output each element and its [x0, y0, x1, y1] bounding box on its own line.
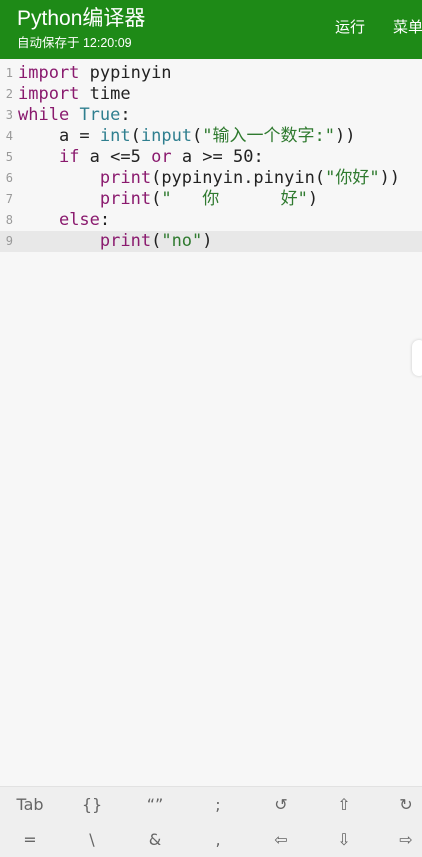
- code-text[interactable]: print(" 你 好"): [18, 189, 318, 210]
- key-ampersand[interactable]: &: [125, 824, 185, 856]
- code-line[interactable]: 9 print("no"): [0, 231, 422, 252]
- code-token: a <=5: [79, 147, 152, 167]
- cursor-right-icon[interactable]: ⇨: [376, 824, 422, 856]
- line-number: 9: [5, 234, 13, 248]
- code-token: print: [99, 189, 152, 209]
- code-token: pypinyin: [79, 63, 172, 83]
- code-token: (: [192, 126, 203, 146]
- cursor-up-icon[interactable]: ⇧: [314, 789, 374, 821]
- code-token: "no": [161, 231, 203, 251]
- autosave-status: 自动保存于 12:20:09: [17, 36, 132, 50]
- code-line[interactable]: 1 import pypinyin: [0, 63, 422, 84]
- code-lines[interactable]: 1 import pypinyin 2 import time 3 while True:…: [0, 63, 422, 252]
- code-token: print: [99, 168, 152, 188]
- code-token: )): [335, 126, 356, 146]
- code-line[interactable]: 5 if a <=5 or a >= 50:: [0, 147, 422, 168]
- line-number: 7: [5, 192, 13, 206]
- code-text[interactable]: print("no"): [18, 231, 213, 252]
- run-button[interactable]: 运行: [335, 18, 365, 38]
- code-token: or: [151, 147, 172, 167]
- code-line[interactable]: 8 else:: [0, 210, 422, 231]
- code-text[interactable]: print(pypinyin.pinyin("你好")): [18, 168, 400, 189]
- line-number: 2: [5, 87, 13, 101]
- key-quotes[interactable]: “”: [125, 789, 185, 821]
- app-bar: Python编译器 自动保存于 12:20:09 运行 菜单: [0, 0, 422, 59]
- line-number: 5: [5, 150, 13, 164]
- code-token: " 你 好": [161, 189, 308, 209]
- code-token: )): [379, 168, 401, 188]
- code-line[interactable]: 4 a = int(input("输入一个数字:")): [0, 126, 422, 147]
- code-token: else: [58, 210, 100, 230]
- code-editor[interactable]: 1 import pypinyin 2 import time 3 while True:…: [0, 60, 422, 786]
- cursor-left-icon[interactable]: ⇦: [251, 824, 311, 856]
- line-number: 1: [5, 66, 13, 80]
- code-token: time: [79, 84, 131, 104]
- code-text[interactable]: else:: [18, 210, 110, 231]
- key-backslash[interactable]: \: [62, 824, 122, 856]
- undo-icon[interactable]: ↺: [251, 789, 311, 821]
- code-token: :: [120, 105, 131, 125]
- line-number: 6: [5, 171, 13, 185]
- app-title: Python编译器: [17, 7, 146, 30]
- key-semicolon[interactable]: ;: [188, 789, 248, 821]
- scroll-handle[interactable]: [412, 340, 422, 376]
- code-token: while: [18, 105, 70, 125]
- code-text[interactable]: import pypinyin: [18, 63, 172, 84]
- code-token: (: [151, 231, 162, 251]
- code-text[interactable]: while True:: [18, 105, 131, 126]
- code-token: :: [99, 210, 111, 230]
- code-token: import: [18, 63, 80, 83]
- code-token: "输入一个数字:": [202, 126, 336, 146]
- code-line[interactable]: 2 import time: [0, 84, 422, 105]
- key-comma[interactable]: ,: [188, 824, 248, 856]
- code-token: a >= 50:: [171, 147, 264, 167]
- code-text[interactable]: a = int(input("输入一个数字:")): [18, 126, 356, 147]
- line-number: 4: [5, 129, 13, 143]
- code-token: (: [130, 126, 141, 146]
- code-token: True: [79, 105, 121, 125]
- redo-icon[interactable]: ↻: [376, 789, 422, 821]
- menu-button[interactable]: 菜单: [393, 18, 422, 38]
- key-tab[interactable]: Tab: [0, 789, 60, 821]
- code-token: import: [18, 84, 80, 104]
- code-token: a =: [18, 126, 100, 146]
- line-number: 3: [5, 108, 13, 122]
- code-text[interactable]: import time: [18, 84, 131, 105]
- code-token: (pypinyin.pinyin(: [151, 168, 326, 188]
- code-token: ): [307, 189, 319, 209]
- code-line[interactable]: 7 print(" 你 好"): [0, 189, 422, 210]
- cursor-down-icon[interactable]: ⇩: [314, 824, 374, 856]
- code-token: input: [140, 126, 193, 146]
- code-token: (: [151, 189, 162, 209]
- symbol-keybar: Tab{} “”; ↺ ⇧ ↻ = \ &, ⇦ ⇩ ⇨: [0, 786, 422, 857]
- code-text[interactable]: if a <=5 or a >= 50:: [18, 147, 264, 168]
- code-token: int: [99, 126, 131, 146]
- code-line[interactable]: 6 print(pypinyin.pinyin("你好")): [0, 168, 422, 189]
- key-braces[interactable]: {}: [62, 789, 122, 821]
- code-line[interactable]: 3 while True:: [0, 105, 422, 126]
- code-token: if: [58, 147, 80, 167]
- line-number: 8: [5, 213, 13, 227]
- code-token: ): [202, 231, 213, 251]
- code-token: print: [99, 231, 152, 251]
- key-equals[interactable]: =: [0, 824, 60, 856]
- code-token: "你好": [325, 168, 380, 188]
